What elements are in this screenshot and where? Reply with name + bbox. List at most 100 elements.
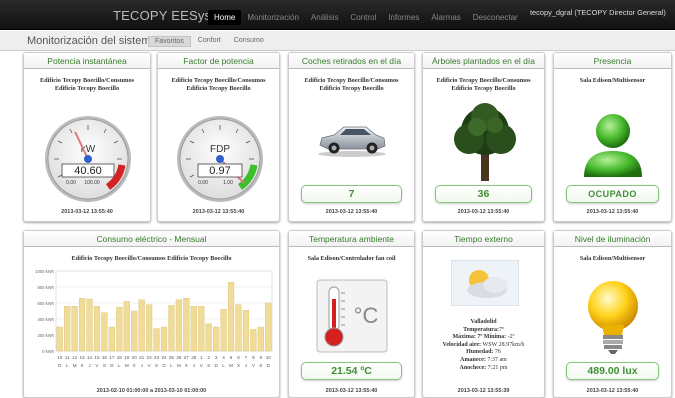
chart-bar bbox=[220, 309, 227, 352]
chart-bar bbox=[78, 298, 86, 352]
cars-value: 7 bbox=[301, 185, 402, 203]
chart-x-weekday: V bbox=[200, 363, 204, 368]
chart-x-weekday: J bbox=[141, 363, 143, 368]
power-needle-hub bbox=[84, 155, 92, 163]
chart-x-tick: 26 bbox=[176, 355, 182, 360]
pf-scale-min: 0.00 bbox=[198, 180, 208, 186]
nav-desconectar[interactable]: Desconectar bbox=[467, 10, 524, 25]
chart-x-weekday: M bbox=[125, 363, 129, 368]
nav-monitorizacion[interactable]: Monitorización bbox=[241, 10, 305, 25]
temperature-panel: Temperatura ambiente Sala Edison/Control… bbox=[288, 230, 415, 398]
chart-x-tick: 10 bbox=[266, 355, 272, 360]
chart-bar bbox=[116, 306, 123, 352]
main-nav: Home Monitorización Análisis Control Inf… bbox=[208, 10, 524, 25]
nav-home[interactable]: Home bbox=[208, 10, 242, 25]
weather-timestamp: 2013-03-12 13:55:39 bbox=[457, 388, 510, 394]
weather-label: Anochece: bbox=[459, 364, 487, 371]
chart-x-weekday: S bbox=[103, 363, 106, 368]
power-subtitle: Edificio Tecopy Boecillo/Consumos Edific… bbox=[24, 77, 150, 93]
cars-title: Coches retirados en el día bbox=[289, 53, 414, 69]
weather-label: Amanece: bbox=[460, 356, 486, 363]
chart-x-weekday: V bbox=[252, 363, 256, 368]
weather-row: Amanece: 7:37 am bbox=[423, 357, 544, 365]
weather-city: Valladolid bbox=[470, 319, 497, 325]
pf-subtitle: Edificio Tecopy Boecillo/Consumos Edific… bbox=[158, 77, 279, 93]
nav-alarmas[interactable]: Alarmas bbox=[425, 10, 466, 25]
power-title: Potencia instantánea bbox=[24, 53, 150, 69]
top-navbar: TECOPY EESystem Home Monitorización Anál… bbox=[0, 0, 675, 30]
light-panel: Nivel de iluminación Sala Edison/Multise… bbox=[553, 230, 672, 398]
chart-x-weekday: J bbox=[88, 363, 90, 368]
pf-timestamp: 2013-03-12 13:55:40 bbox=[192, 209, 245, 215]
tab-consumo[interactable]: Consumo bbox=[228, 36, 270, 47]
chart-x-tick: 11 bbox=[65, 355, 70, 360]
chart-bar bbox=[265, 302, 272, 352]
weather-value: WSW 28.97km/h bbox=[482, 341, 525, 348]
trees-timestamp: 2013-03-12 13:55:40 bbox=[457, 209, 510, 215]
weather-label: Humedad: bbox=[466, 349, 494, 356]
chart-bar bbox=[257, 326, 264, 352]
nav-analisis[interactable]: Análisis bbox=[305, 10, 345, 25]
chart-bar bbox=[213, 326, 220, 352]
weather-title: Tiempo externo bbox=[423, 231, 544, 247]
nav-informes[interactable]: Informes bbox=[382, 10, 425, 25]
nav-control[interactable]: Control bbox=[345, 10, 383, 25]
weather-label: Máxima: 7º Mínima: bbox=[452, 334, 507, 341]
tab-confort[interactable]: Confort bbox=[192, 36, 227, 47]
chart-x-weekday: M bbox=[73, 363, 77, 368]
chart-x-weekday: D bbox=[267, 363, 271, 368]
weather-details: Valladolid Temperatura:7º Máxima: 7º Mín… bbox=[423, 319, 544, 372]
weather-value: 7:37 am bbox=[487, 356, 507, 363]
pf-panel: Factor de potencia Edificio Tecopy Boeci… bbox=[157, 52, 280, 222]
tab-favoritos[interactable]: Favoritos bbox=[148, 36, 191, 47]
consumption-subtitle: Edificio Tecopy Boecillo/Consumos Edific… bbox=[71, 255, 232, 262]
weather-value: -2º bbox=[507, 334, 515, 341]
light-subtitle: Sala Edison/Multisensor bbox=[579, 255, 646, 262]
power-subtitle-line2: Edificio Tecopy Boecillo bbox=[54, 85, 120, 92]
weather-label: Velocidad aire: bbox=[442, 341, 482, 348]
chart-bar bbox=[101, 312, 108, 352]
chart-y-tick: 0 kWh bbox=[42, 349, 55, 354]
weather-label: Temperatura: bbox=[463, 326, 499, 333]
power-timestamp: 2013-03-12 13:55:40 bbox=[61, 209, 113, 215]
chart-x-tick: 3 bbox=[215, 355, 218, 360]
chart-bar bbox=[227, 281, 235, 352]
presence-panel: Presencia Sala Edison/Multisensor OCUPAD… bbox=[553, 52, 672, 222]
weather-row: Temperatura:7º bbox=[423, 327, 544, 335]
presence-value: OCUPADO bbox=[566, 185, 659, 203]
chart-y-tick: 200 kWh bbox=[37, 333, 54, 338]
chart-bar bbox=[153, 328, 160, 352]
weather-row: Máxima: 7º Mínima: -2º bbox=[423, 334, 544, 342]
power-value: 40.60 bbox=[74, 165, 102, 177]
user-label[interactable]: tecopy_dgral (TECOPY Director General) bbox=[530, 8, 666, 17]
power-subtitle-line1: Edificio Tecopy Boecillo/Consumos bbox=[39, 77, 135, 84]
thermometer-icon: °C bbox=[316, 279, 388, 353]
chart-bar bbox=[93, 306, 101, 352]
chart-x-tick: 19 bbox=[124, 355, 130, 360]
pf-value: 0.97 bbox=[209, 165, 230, 177]
pf-needle-hub bbox=[216, 155, 224, 163]
chart-bar bbox=[108, 326, 115, 352]
chart-x-weekday: X bbox=[237, 363, 240, 368]
power-panel: Potencia instantánea Edificio Tecopy Boe… bbox=[23, 52, 151, 222]
cars-subtitle-line2: Edificio Tecopy Boecillo bbox=[319, 85, 384, 92]
chart-x-tick: 16 bbox=[102, 355, 108, 360]
chart-bar bbox=[168, 305, 175, 352]
weather-value: 7º bbox=[498, 326, 504, 333]
chart-bar bbox=[138, 299, 145, 352]
pf-gauge: FDP 0.97 0.00 1.00 bbox=[177, 116, 263, 202]
chart-bar bbox=[160, 326, 168, 352]
chart-bar bbox=[145, 304, 153, 352]
chart-x-weekday: M bbox=[229, 363, 233, 368]
pf-subtitle-line1: Edificio Tecopy Boecillo/Consumos bbox=[171, 77, 266, 84]
chart-x-tick: 25 bbox=[169, 355, 175, 360]
chart-x-weekday: X bbox=[81, 363, 84, 368]
sub-tabs: Favoritos Confort Consumo bbox=[148, 36, 271, 47]
chart-x-tick: 5 bbox=[230, 355, 233, 360]
chart-bar bbox=[71, 306, 78, 352]
pf-scale-max: 1.00 bbox=[223, 180, 233, 186]
chart-x-tick: 13 bbox=[80, 355, 86, 360]
light-timestamp: 2013-03-12 13:55:40 bbox=[586, 388, 639, 394]
chart-x-weekday: J bbox=[193, 363, 195, 368]
chart-x-weekday: J bbox=[245, 363, 247, 368]
